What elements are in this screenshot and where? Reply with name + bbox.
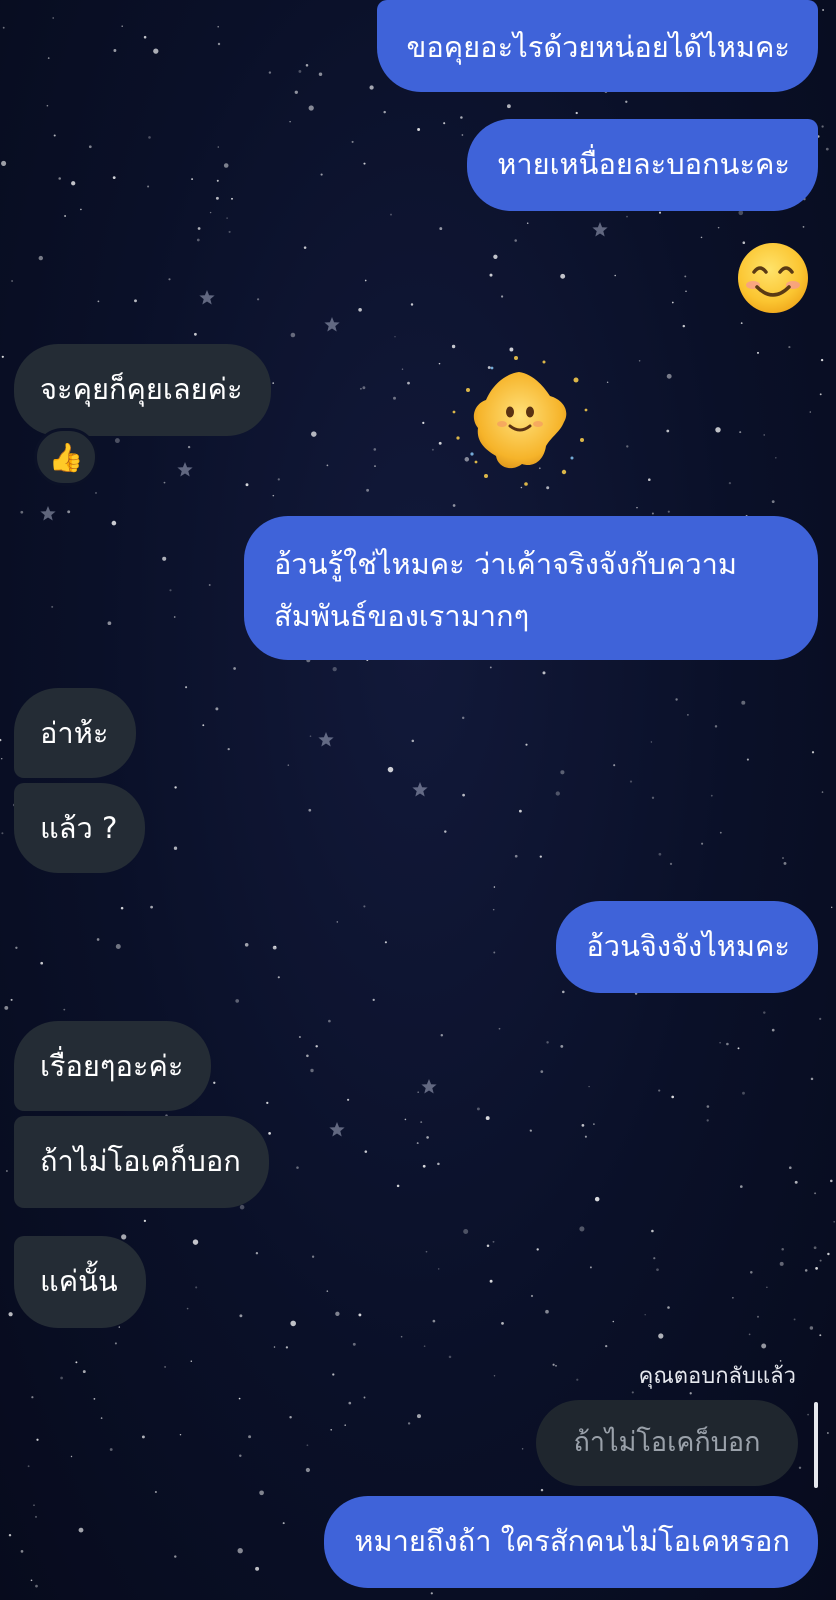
message-text: อ้วนจิงจังไหมคะ <box>586 929 790 963</box>
message-text: ถ้าไม่โอเคก็บอก <box>40 1144 241 1178</box>
message-text: เรื่อยๆอะค่ะ <box>40 1049 184 1083</box>
incoming-message[interactable]: ถ้าไม่โอเคก็บอก <box>14 1116 269 1208</box>
outgoing-message[interactable]: อ้วนจิงจังไหมคะ <box>556 901 818 993</box>
quoted-message[interactable]: ถ้าไม่โอเคก็บอก <box>536 1400 798 1486</box>
outgoing-message[interactable]: ขอคุยอะไรด้วยหน่อยได้ไหมคะ <box>376 0 818 92</box>
star-character-sticker-icon[interactable] <box>446 350 592 490</box>
message-text: อ่าห้ะ <box>40 716 109 750</box>
message-text: ขอคุยอะไรด้วยหน่อยได้ไหมคะ <box>406 30 790 64</box>
incoming-message[interactable]: แล้ว ? <box>14 783 146 873</box>
outgoing-message[interactable]: อ้วนรู้ใช่ไหมคะ ว่าเค้าจริงจังกับความสัม… <box>244 516 818 660</box>
incoming-message[interactable]: แค่นั้น <box>14 1236 146 1328</box>
reply-indicator-bar <box>814 1402 818 1488</box>
message-text: จะคุยก็คุยเลยค่ะ <box>40 372 243 406</box>
outgoing-reply-message[interactable]: หมายถึงถ้า ใครสักคนไม่โอเคหรอก <box>324 1496 818 1588</box>
incoming-message[interactable]: อ่าห้ะ <box>14 688 137 778</box>
message-text: หายเหนื่อยละบอกนะคะ <box>497 147 790 181</box>
message-text: แค่นั้น <box>40 1264 118 1298</box>
thumbs-up-reaction-icon[interactable]: 👍 <box>34 428 98 486</box>
reply-label: คุณตอบกลับแล้ว <box>638 1364 796 1389</box>
outgoing-message[interactable]: หายเหนื่อยละบอกนะคะ <box>467 119 818 211</box>
message-text: หมายถึงถ้า ใครสักคนไม่โอเคหรอก <box>354 1524 790 1558</box>
smiling-face-emoji-icon[interactable] <box>736 241 810 315</box>
message-text: แล้ว ? <box>40 811 118 845</box>
incoming-message[interactable]: เรื่อยๆอะค่ะ <box>14 1021 212 1111</box>
message-text: อ้วนรู้ใช่ไหมคะ ว่าเค้าจริงจังกับความสัม… <box>274 547 738 633</box>
incoming-message[interactable]: จะคุยก็คุยเลยค่ะ <box>14 344 271 436</box>
